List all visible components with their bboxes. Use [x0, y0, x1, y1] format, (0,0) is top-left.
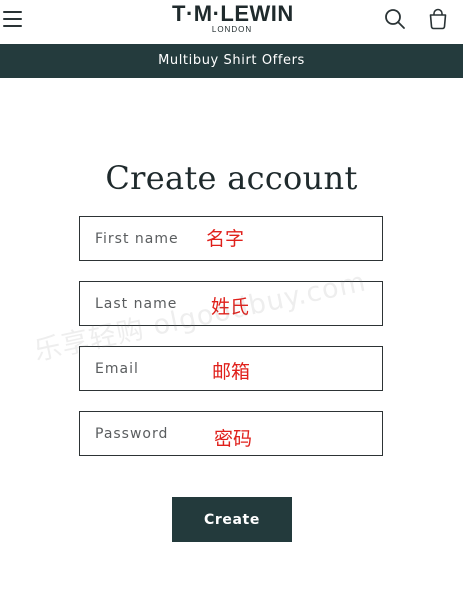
last-name-field[interactable]	[79, 281, 383, 326]
password-input[interactable]	[80, 412, 382, 455]
menu-bar	[3, 25, 22, 27]
announcement-bar[interactable]: Multibuy Shirt Offers	[0, 44, 463, 78]
email-input[interactable]	[80, 347, 382, 390]
menu-bar	[3, 18, 22, 20]
create-account-button[interactable]: Create	[172, 497, 292, 542]
search-icon[interactable]	[384, 8, 406, 30]
first-name-input[interactable]	[80, 217, 382, 260]
create-account-page: T·M·LEWIN LONDON Multibuy Shirt Offers C…	[0, 0, 463, 591]
email-field[interactable]	[79, 346, 383, 391]
password-field[interactable]	[79, 411, 383, 456]
page-title: Create account	[105, 159, 358, 198]
menu-bar	[3, 11, 22, 13]
shopping-bag-icon[interactable]	[426, 7, 450, 31]
logo-subtitle: LONDON	[211, 25, 253, 34]
hamburger-menu-icon[interactable]	[3, 9, 23, 29]
first-name-field[interactable]	[79, 216, 383, 261]
last-name-input[interactable]	[80, 282, 382, 325]
logo-wordmark: T·M·LEWIN	[172, 1, 294, 26]
brand-logo[interactable]: T·M·LEWIN LONDON	[172, 1, 294, 35]
site-header: T·M·LEWIN LONDON	[0, 0, 463, 44]
